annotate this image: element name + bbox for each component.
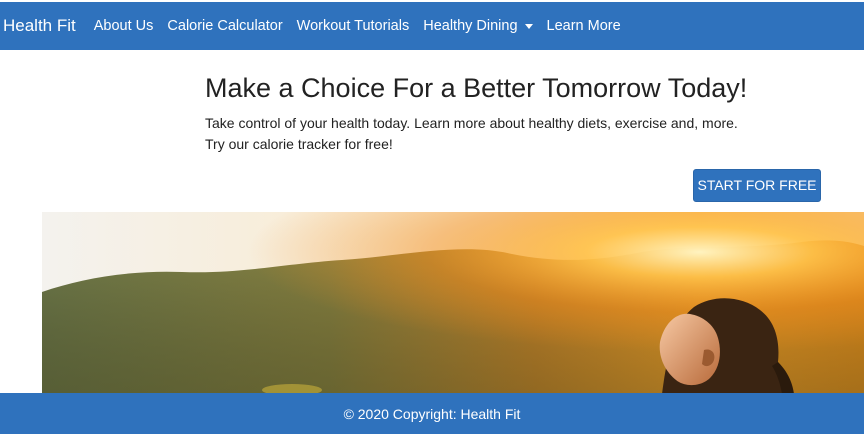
hero-description-line-1: Take control of your health today. Learn…	[205, 115, 738, 131]
site-footer: © 2020 Copyright: Health Fit	[0, 393, 864, 434]
nav-item-about-us[interactable]: About Us	[94, 18, 154, 34]
start-for-free-button[interactable]: START FOR FREE	[693, 169, 821, 202]
top-navbar: Health Fit About Us Calorie Calculator W…	[0, 2, 864, 50]
brand-link[interactable]: Health Fit	[3, 16, 76, 36]
nav-item-healthy-dining-label: Healthy Dining	[423, 18, 518, 34]
hero-description-line-2: Try our calorie tracker for free!	[205, 136, 393, 152]
copyright-text: © 2020 Copyright: Health Fit	[343, 405, 521, 422]
nav-item-workout-tutorials[interactable]: Workout Tutorials	[297, 18, 410, 34]
nav-item-healthy-dining-dropdown[interactable]: Healthy Dining	[423, 18, 533, 34]
nav-item-calorie-calculator[interactable]: Calorie Calculator	[167, 18, 282, 34]
hero-title: Make a Choice For a Better Tomorrow Toda…	[205, 73, 748, 103]
nav-item-learn-more[interactable]: Learn More	[547, 18, 621, 34]
hero-sunset-image	[42, 212, 864, 394]
chevron-down-icon	[524, 23, 533, 29]
